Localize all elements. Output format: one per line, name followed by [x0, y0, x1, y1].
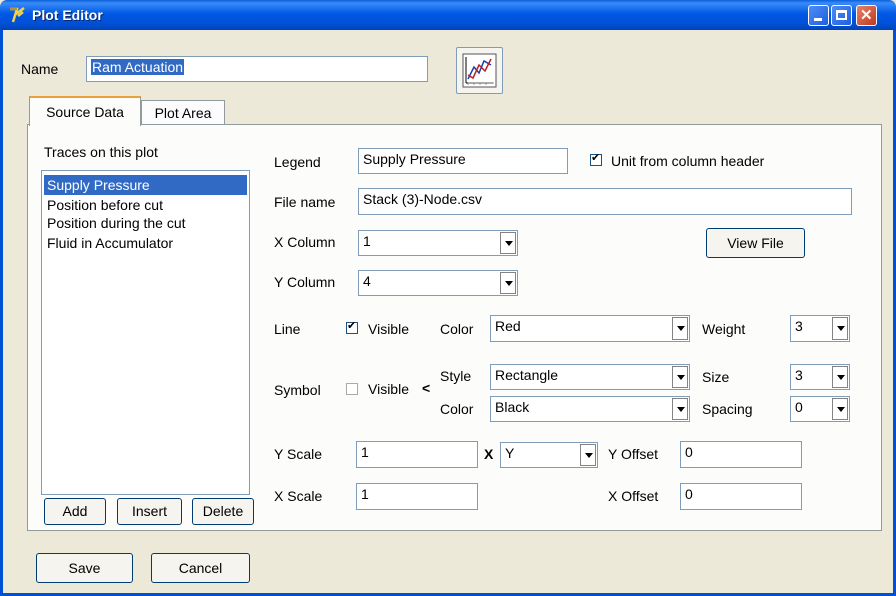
legend-label: Legend: [274, 154, 321, 170]
legend-input[interactable]: Supply Pressure: [358, 148, 568, 174]
line-color-label: Color: [440, 321, 474, 337]
x-offset-input[interactable]: 0: [680, 483, 802, 510]
size-label: Size: [702, 369, 730, 385]
chevron-down-icon[interactable]: [672, 317, 688, 340]
y-column-value: 4: [363, 273, 371, 289]
chevron-down-icon[interactable]: [832, 317, 848, 340]
x-column-label: X Column: [274, 234, 336, 250]
trace-item-position-before-cut[interactable]: Position before cut: [44, 195, 247, 215]
chevron-down-icon[interactable]: [580, 444, 596, 466]
x-offset-label: X Offset: [608, 488, 659, 504]
chevron-down-icon[interactable]: [672, 398, 688, 420]
weight-select[interactable]: 3: [790, 315, 850, 342]
trace-list[interactable]: Supply Pressure Position before cut Posi…: [41, 170, 250, 495]
insert-trace-button[interactable]: Insert: [117, 498, 182, 525]
file-name-input[interactable]: Stack (3)-Node.csv: [358, 188, 852, 215]
trace-item-position-during-cut[interactable]: Position during the cut: [44, 213, 247, 233]
y-column-label: Y Column: [274, 274, 336, 290]
maximize-button[interactable]: [831, 5, 852, 26]
weight-label: Weight: [702, 321, 746, 337]
file-name-label: File name: [274, 194, 336, 210]
multiplier-select[interactable]: Y: [500, 442, 598, 468]
chart-icon: [462, 53, 497, 88]
size-select[interactable]: 3: [790, 364, 850, 390]
name-label: Name: [21, 61, 59, 77]
cancel-button[interactable]: Cancel: [151, 553, 250, 583]
multiplier-value: Y: [505, 445, 515, 461]
traces-header: Traces on this plot: [44, 144, 158, 160]
minimize-button[interactable]: [808, 5, 829, 26]
y-column-select[interactable]: 4: [358, 270, 518, 296]
tab-plot-area-label: Plot Area: [154, 105, 212, 121]
name-field[interactable]: Ram Actuation: [86, 56, 428, 82]
add-trace-button[interactable]: Add: [44, 498, 106, 525]
symbol-color-label: Color: [440, 401, 474, 417]
minimize-icon: [814, 18, 822, 21]
name-value: Ram Actuation: [91, 59, 185, 75]
symbol-color-select[interactable]: Black: [490, 396, 690, 422]
y-scale-label: Y Scale: [274, 446, 322, 462]
symbol-visible-label: Visible: [368, 381, 409, 397]
x-column-select[interactable]: 1: [358, 230, 518, 256]
size-value: 3: [795, 367, 803, 383]
symbol-bracket-icon: <: [422, 380, 431, 396]
spacing-value: 0: [795, 399, 803, 415]
spacing-label: Spacing: [702, 401, 753, 417]
chevron-down-icon[interactable]: [500, 272, 516, 294]
y-offset-input[interactable]: 0: [680, 441, 802, 468]
symbol-color-value: Black: [495, 399, 530, 415]
style-value: Rectangle: [495, 367, 559, 383]
chart-button[interactable]: [456, 47, 503, 94]
y-offset-label: Y Offset: [608, 446, 659, 462]
spacing-select[interactable]: 0: [790, 396, 850, 422]
style-label: Style: [440, 368, 472, 384]
unit-from-header-checkbox[interactable]: [590, 151, 602, 166]
chevron-down-icon[interactable]: [500, 232, 516, 254]
line-label: Line: [274, 321, 301, 337]
trace-item-supply-pressure[interactable]: Supply Pressure: [44, 175, 247, 195]
maximize-icon: [836, 10, 847, 20]
save-button[interactable]: Save: [36, 553, 133, 583]
multiply-label: X: [484, 446, 494, 462]
close-icon: ✕: [860, 7, 873, 24]
weight-value: 3: [795, 318, 803, 334]
symbol-label: Symbol: [274, 382, 321, 398]
chevron-down-icon[interactable]: [832, 398, 848, 420]
x-scale-label: X Scale: [274, 488, 323, 504]
chevron-down-icon[interactable]: [832, 366, 848, 388]
x-scale-input[interactable]: 1: [356, 483, 478, 510]
window-title: Plot Editor: [32, 7, 103, 23]
close-button[interactable]: ✕: [856, 5, 877, 26]
style-select[interactable]: Rectangle: [490, 364, 690, 390]
y-scale-input[interactable]: 1: [356, 441, 478, 468]
line-color-select[interactable]: Red: [490, 315, 690, 342]
app-logo-icon[interactable]: [8, 6, 26, 24]
trace-item-fluid-in-accumulator[interactable]: Fluid in Accumulator: [44, 233, 247, 253]
line-color-value: Red: [495, 318, 521, 334]
tab-plot-area[interactable]: Plot Area: [141, 100, 225, 124]
symbol-visible-checkbox[interactable]: [346, 383, 358, 395]
unit-from-header-label: Unit from column header: [611, 153, 765, 169]
view-file-button[interactable]: View File: [706, 228, 805, 258]
chevron-down-icon[interactable]: [672, 366, 688, 388]
line-visible-checkbox[interactable]: [346, 319, 358, 334]
title-bar: [0, 0, 896, 30]
tab-source-data-label: Source Data: [46, 104, 124, 120]
x-column-value: 1: [363, 233, 371, 249]
delete-trace-button[interactable]: Delete: [192, 498, 254, 525]
tab-source-data[interactable]: Source Data: [29, 96, 141, 126]
line-visible-label: Visible: [368, 321, 409, 337]
